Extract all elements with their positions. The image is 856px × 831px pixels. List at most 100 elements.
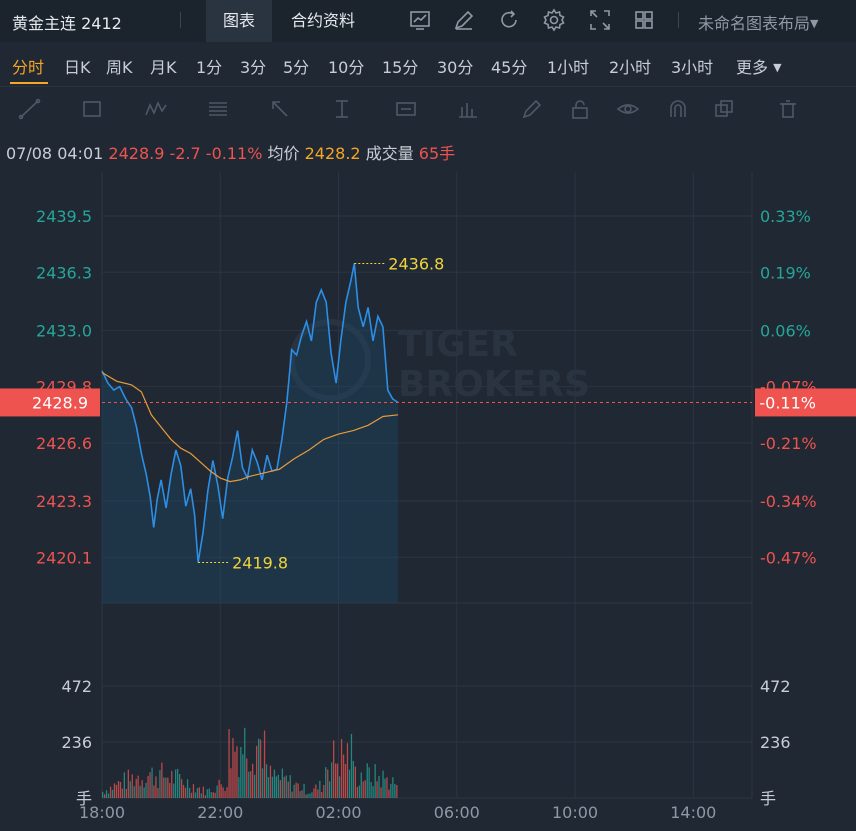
volume-bar [161, 762, 163, 798]
y-axis-label-left: 2426.6 [36, 434, 92, 453]
volume-bar [190, 792, 193, 798]
volume-bar [356, 786, 358, 798]
y-axis-label-left: 2429.8 [36, 378, 92, 397]
volume-bar [352, 760, 354, 798]
volume-bar [335, 763, 337, 798]
volume-bar [102, 791, 104, 798]
volume-bar [295, 782, 297, 798]
volume-bar [222, 787, 224, 798]
volume-bar [329, 781, 331, 798]
y-axis-label-right: 0.06% [760, 321, 811, 340]
volume-bar [327, 769, 329, 798]
volume-bar [226, 787, 228, 798]
volume-bar [234, 751, 236, 798]
volume-bar [167, 777, 169, 798]
volume-bar [273, 769, 276, 798]
volume-bar [277, 774, 279, 798]
avg-price-value: 2428.2 [304, 144, 361, 163]
volume-bar [109, 786, 112, 798]
y-axis-label-left: 2436.3 [36, 263, 92, 282]
volume-bar [204, 795, 206, 798]
volume-bar [206, 789, 208, 798]
volume-bar [297, 783, 299, 798]
volume-bar [111, 789, 114, 798]
volume-bar [208, 788, 210, 798]
volume-bar [252, 763, 254, 798]
volume-bar [291, 791, 293, 798]
volume-bar [331, 762, 333, 798]
volume-bar [254, 774, 256, 798]
volume-bar [157, 788, 159, 798]
volume-bar [261, 768, 264, 798]
volume-bar [380, 787, 382, 798]
volume-bar [293, 784, 295, 798]
y-axis-label-left: 2423.3 [36, 492, 92, 511]
x-axis-label: 18:00 [79, 803, 125, 822]
volume-bar [269, 765, 272, 798]
volume-bar [163, 777, 165, 798]
info-change: -2.7 [169, 144, 201, 163]
volume-bar [115, 784, 118, 798]
volume-axis-label-left: 472 [61, 677, 92, 696]
volume-bar [242, 754, 244, 798]
volume-bar [123, 772, 125, 798]
volume-bar [358, 785, 360, 798]
volume-bar [210, 792, 212, 798]
volume-bar [133, 786, 135, 798]
volume-bar [364, 780, 366, 798]
volume-bar [256, 745, 258, 798]
volume-bar [121, 788, 123, 798]
volume-bar [192, 784, 195, 798]
volume-bar [129, 781, 131, 798]
volume-bar [169, 783, 171, 798]
volume-bar [228, 729, 230, 798]
volume-bar [307, 793, 309, 798]
volume-bar [378, 776, 380, 798]
volume-bar [141, 780, 143, 798]
price-chart[interactable]: TIGERBROKERS 2428.9 -0.11% 2439.5 0.33% 2436.… [0, 0, 856, 831]
volume-bar [311, 792, 313, 798]
info-time: 07/08 04:01 [6, 144, 104, 163]
volume-bar [386, 777, 388, 798]
volume-bar [344, 764, 347, 798]
watermark-text: TIGER [398, 324, 518, 365]
volume-bar [184, 787, 187, 798]
y-axis-label-right: -0.34% [760, 492, 817, 511]
volume-bar [384, 778, 386, 798]
y-axis-label-right: 0.33% [760, 207, 811, 226]
volume-bar [175, 769, 177, 798]
volume-bar [214, 792, 216, 798]
y-axis-label-right: -0.47% [760, 548, 817, 567]
volume-bar [333, 740, 335, 798]
volume-bar [238, 777, 240, 798]
volume-bar [279, 780, 281, 798]
volume-bar [372, 786, 374, 798]
volume-bar [165, 777, 167, 798]
volume-bar [342, 754, 345, 798]
volume-bar [354, 766, 356, 798]
volume-bar [388, 789, 390, 798]
volume-bar [299, 791, 301, 798]
y-axis-label-right: -0.21% [760, 434, 817, 453]
y-axis-label-left: 2433.0 [36, 321, 92, 340]
volume-bar [220, 784, 222, 798]
volume-bar [319, 780, 321, 798]
volume-bar [321, 792, 323, 798]
x-axis-label: 10:00 [552, 803, 598, 822]
volume-bar [125, 788, 127, 798]
volume-bar [119, 782, 122, 798]
volume-bar [131, 774, 133, 798]
volume-bar [186, 779, 189, 798]
y-axis-label-right: 0.19% [760, 263, 811, 282]
volume-bar [104, 794, 106, 798]
low-marker-label: 2419.8 [232, 554, 288, 573]
volume-unit-right: 手 [760, 789, 776, 808]
volume-bar [305, 794, 307, 798]
watermark-text: BROKERS [398, 364, 590, 405]
volume-bar [127, 769, 129, 798]
volume-bar [362, 781, 364, 798]
volume-bar [309, 793, 311, 798]
volume-bar [315, 784, 317, 798]
volume-bar [145, 782, 147, 798]
volume-bar [236, 746, 238, 798]
